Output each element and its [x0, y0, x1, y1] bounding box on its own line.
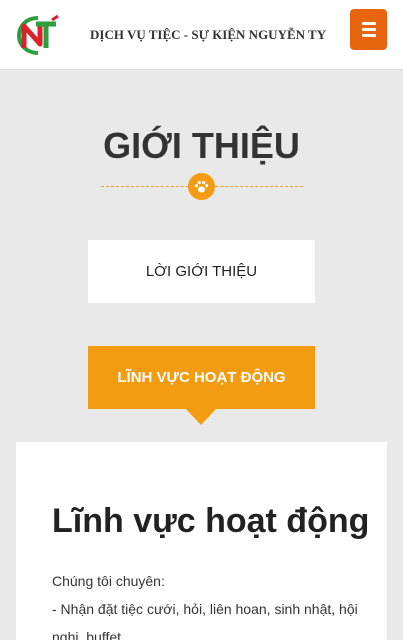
tab-field-of-activity[interactable]: LĨNH VỰC HOẠT ĐỘNG	[88, 346, 315, 409]
brand-name[interactable]: DỊCH VỤ TIỆC - SỰ KIỆN NGUYỄN TY	[90, 27, 326, 43]
brand-logo[interactable]	[16, 14, 60, 56]
tab-content-panel: Lĩnh vực hoạt động Chúng tôi chuyên: - N…	[16, 442, 387, 640]
tab-intro[interactable]: LỜI GIỚI THIỆU	[88, 240, 315, 303]
content-intro: Chúng tôi chuyên:	[52, 573, 165, 589]
content-line: - Nhận đặt tiệc cưới, hỏi, liên hoan, si…	[52, 601, 358, 640]
paw-icon	[188, 173, 215, 200]
content-body: Chúng tôi chuyên: - Nhận đặt tiệc cưới, …	[52, 567, 374, 640]
active-tab-arrow	[186, 409, 216, 425]
site-header: DỊCH VỤ TIỆC - SỰ KIỆN NGUYỄN TY	[0, 0, 403, 70]
page-title: GIỚI THIỆU	[103, 125, 300, 166]
menu-icon	[361, 22, 376, 25]
content-heading: Lĩnh vực hoạt động	[52, 502, 370, 540]
menu-toggle-button[interactable]	[350, 9, 387, 50]
